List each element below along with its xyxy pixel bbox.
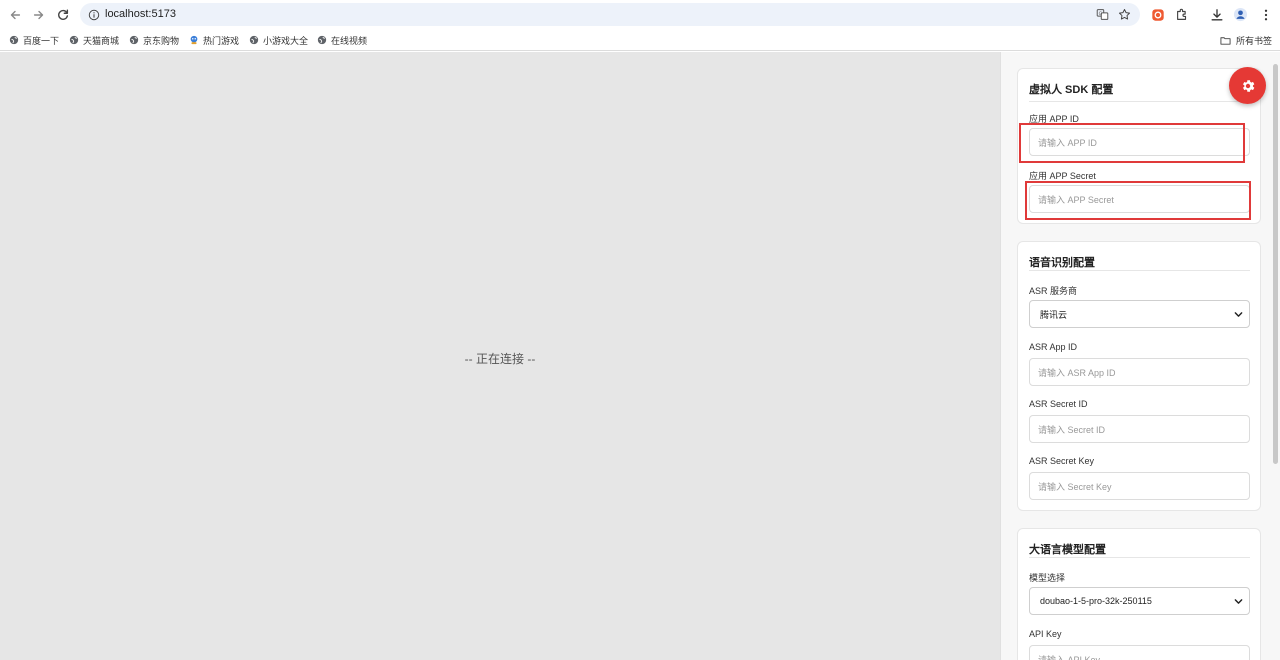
- bookmark-item[interactable]: 百度一下: [8, 33, 59, 47]
- highlight-box-app-id: [1019, 123, 1245, 163]
- extension-red-icon[interactable]: [1148, 5, 1167, 24]
- asr-secret-key-input[interactable]: 请输入 Secret Key: [1029, 472, 1250, 500]
- translate-icon[interactable]: G: [1095, 7, 1110, 22]
- asr-config-card: 语音识别配置 ASR 服务商 腾讯云 ASR App ID 请输入 ASR Ap…: [1017, 241, 1261, 511]
- globe-icon: [8, 35, 19, 46]
- chevron-down-icon: [1234, 599, 1243, 604]
- asr-app-id-input[interactable]: 请输入 ASR App ID: [1029, 358, 1250, 386]
- asr-secret-id-input[interactable]: 请输入 Secret ID: [1029, 415, 1250, 443]
- profile-avatar-icon[interactable]: [1231, 5, 1250, 24]
- chevron-down-icon: [1234, 312, 1243, 317]
- api-key-input[interactable]: 请输入 API Key: [1029, 645, 1250, 660]
- more-menu-icon[interactable]: [1256, 5, 1275, 24]
- divider: [1029, 101, 1250, 102]
- globe-icon: [316, 35, 327, 46]
- asr-app-id-label: ASR App ID: [1029, 342, 1078, 352]
- model-select[interactable]: doubao-1-5-pro-32k-250115: [1029, 587, 1250, 615]
- back-arrow-icon[interactable]: [4, 4, 26, 26]
- settings-fab-button[interactable]: [1229, 67, 1266, 104]
- asr-secret-id-label: ASR Secret ID: [1029, 399, 1088, 409]
- gear-icon: [1242, 79, 1254, 92]
- model-select-label: 模型选择: [1029, 573, 1066, 583]
- reload-icon[interactable]: [52, 4, 74, 26]
- bookmark-item[interactable]: 小游戏大全: [248, 33, 308, 47]
- model-select-value: doubao-1-5-pro-32k-250115: [1040, 596, 1152, 606]
- bookmark-item[interactable]: 在线视频: [316, 33, 367, 47]
- connection-status: -- 正在连接 --: [464, 352, 536, 366]
- asr-provider-value: 腾讯云: [1040, 309, 1068, 320]
- divider: [1029, 270, 1250, 271]
- address-bar[interactable]: localhost:5173 G: [80, 3, 1140, 26]
- site-info-icon[interactable]: [86, 7, 101, 22]
- bookmark-label: 京东购物: [143, 35, 180, 46]
- svg-text:G: G: [1099, 11, 1103, 17]
- all-bookmarks-label: 所有书签: [1235, 35, 1272, 46]
- bookmark-item[interactable]: 热门游戏: [188, 33, 239, 47]
- extensions-puzzle-icon[interactable]: [1172, 5, 1191, 24]
- api-key-label: API Key: [1029, 629, 1062, 639]
- bookmark-label: 天猫商城: [83, 35, 120, 46]
- forward-arrow-icon[interactable]: [28, 4, 50, 26]
- avatar-stage: -- 正在连接 --: [0, 52, 1000, 660]
- game-character-icon: [188, 35, 199, 46]
- panel-scrollbar[interactable]: [1273, 64, 1278, 464]
- bookmark-star-icon[interactable]: [1117, 7, 1132, 22]
- highlight-box-app-secret: [1025, 181, 1251, 220]
- bookmark-label: 热门游戏: [203, 35, 240, 46]
- globe-icon: [128, 35, 139, 46]
- url-text[interactable]: localhost:5173: [105, 8, 176, 20]
- browser-toolbar: localhost:5173 G: [0, 0, 1280, 29]
- download-icon[interactable]: [1207, 5, 1226, 24]
- all-bookmarks-button[interactable]: 所有书签: [1220, 33, 1272, 47]
- bookmarks-bar: 百度一下 天猫商城 京东购物 热门游戏 小游戏大全 在线视频 所有书签: [0, 29, 1280, 51]
- bookmark-label: 百度一下: [23, 35, 60, 46]
- asr-provider-select[interactable]: 腾讯云: [1029, 300, 1250, 328]
- bookmark-label: 在线视频: [331, 35, 368, 46]
- folder-icon: [1220, 34, 1232, 46]
- bookmark-item[interactable]: 天猫商城: [68, 33, 119, 47]
- asr-secret-key-label: ASR Secret Key: [1029, 456, 1095, 466]
- bookmark-label: 小游戏大全: [263, 35, 309, 46]
- asr-provider-label: ASR 服务商: [1029, 286, 1078, 296]
- globe-icon: [68, 35, 79, 46]
- globe-icon: [248, 35, 259, 46]
- divider: [1029, 557, 1250, 558]
- llm-config-card: 大语言模型配置 模型选择 doubao-1-5-pro-32k-250115 A…: [1017, 528, 1261, 660]
- asr-config-title: 语音识别配置: [1029, 257, 1095, 269]
- sdk-config-title: 虚拟人 SDK 配置: [1029, 84, 1114, 96]
- bookmark-item[interactable]: 京东购物: [128, 33, 179, 47]
- llm-config-title: 大语言模型配置: [1029, 544, 1106, 556]
